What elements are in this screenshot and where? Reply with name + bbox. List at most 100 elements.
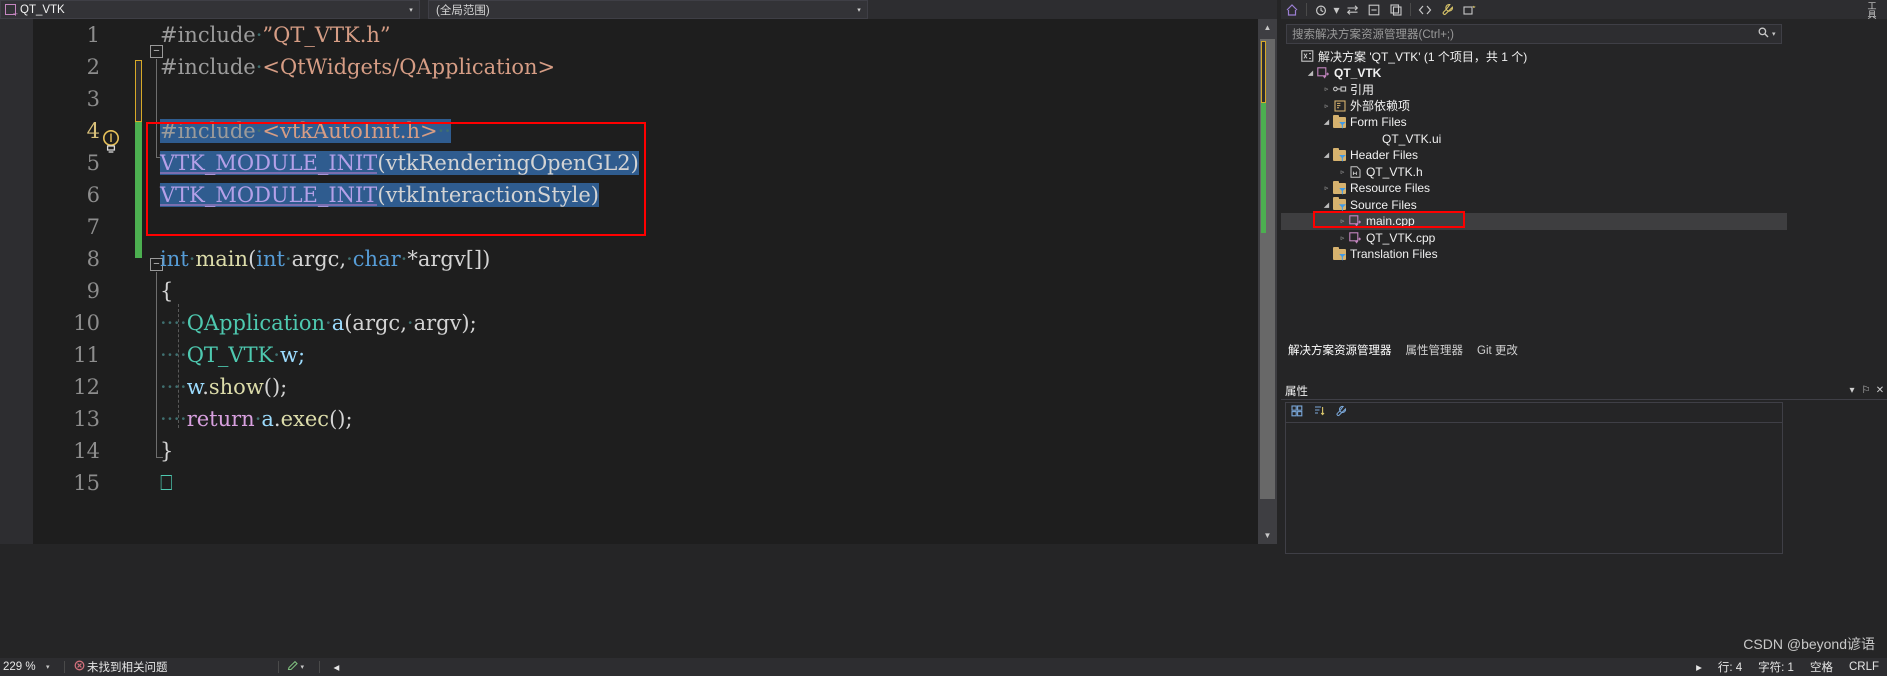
chevron-down-icon[interactable]: ▾ bbox=[1845, 385, 1859, 396]
tree-item--[interactable]: ▹引用 bbox=[1281, 81, 1787, 98]
properties-body bbox=[1285, 402, 1783, 554]
solution-explorer-tab-strip[interactable]: 解决方案资源管理器属性管理器Git 更改 bbox=[1281, 341, 1887, 359]
pin-icon[interactable]: ⚐ bbox=[1859, 385, 1873, 396]
chevron-down-icon[interactable]: ▾ bbox=[403, 6, 419, 14]
tree-item-resource-files[interactable]: ▹Resource Files bbox=[1281, 180, 1787, 197]
properties-wrench-icon[interactable] bbox=[1436, 0, 1458, 19]
code-token: ) bbox=[482, 247, 490, 271]
nav-back-icon[interactable]: ◂ bbox=[326, 660, 348, 674]
code-line[interactable]: 6VTK_MODULE_INIT(vtkInteractionStyle) bbox=[0, 179, 1277, 211]
toolbox-vertical-tab[interactable]: 工具 bbox=[1857, 0, 1887, 19]
solution-explorer-search[interactable]: 搜索解决方案资源管理器(Ctrl+;) ▾ bbox=[1286, 24, 1782, 44]
tree-item-qt-vtk[interactable]: ◢ QT_VTK bbox=[1281, 65, 1787, 82]
chevron-right-icon[interactable]: ▹ bbox=[1337, 234, 1348, 242]
sync-with-active-document-icon[interactable] bbox=[1341, 0, 1363, 19]
code-line[interactable]: 10····QApplication·a(argc,·argv); bbox=[0, 307, 1277, 339]
member-combo[interactable]: (全局范围) ▾ bbox=[428, 0, 868, 19]
zoom-level[interactable]: 229 % bbox=[0, 661, 46, 673]
chevron-right-icon[interactable]: ▹ bbox=[1321, 85, 1332, 93]
panel-tab[interactable]: Git 更改 bbox=[1470, 342, 1525, 358]
chevron-down-icon[interactable]: ▾ bbox=[301, 663, 313, 671]
chevron-down-icon[interactable]: ▾ bbox=[1332, 0, 1341, 19]
code-line[interactable]: 11····QT_VTK·w; bbox=[0, 339, 1277, 371]
close-icon[interactable]: ✕ bbox=[1873, 385, 1887, 396]
code-line[interactable]: 5VTK_MODULE_INIT(vtkRenderingOpenGL2) bbox=[0, 147, 1277, 179]
solution-explorer-panel: 搜索解决方案资源管理器(Ctrl+;) ▾ 解决方案 'QT_VTK' (1 个… bbox=[1281, 19, 1887, 359]
tree-item--[interactable]: ▹外部依赖项 bbox=[1281, 98, 1787, 115]
collapse-all-icon[interactable] bbox=[1363, 0, 1385, 19]
code-token: ···· bbox=[160, 343, 187, 367]
magnifier-icon[interactable] bbox=[1754, 27, 1772, 41]
tree-item-label: QT_VTK bbox=[1331, 66, 1381, 80]
scope-combo-value: QT_VTK bbox=[20, 4, 403, 16]
code-line[interactable]: 8int·main(int·argc,·char·*argv[]) bbox=[0, 243, 1277, 275]
chevron-down-icon[interactable]: ▾ bbox=[46, 663, 58, 671]
code-line[interactable]: 14} bbox=[0, 435, 1277, 467]
code-line[interactable]: 15⎕ bbox=[0, 467, 1277, 499]
panel-tab[interactable]: 解决方案资源管理器 bbox=[1281, 342, 1399, 358]
categorized-view-icon[interactable] bbox=[1286, 405, 1308, 420]
tree-item--qt-vtk-1-1-[interactable]: 解决方案 'QT_VTK' (1 个项目，共 1 个) bbox=[1281, 48, 1787, 65]
chevron-right-icon[interactable]: ▹ bbox=[1321, 184, 1332, 192]
chevron-right-icon[interactable]: ▹ bbox=[1337, 217, 1348, 225]
scroll-up-icon[interactable]: ▲ bbox=[1258, 19, 1277, 36]
scroll-down-icon[interactable]: ▼ bbox=[1258, 527, 1277, 544]
properties-header: 属性 ▾ ⚐ ✕ bbox=[1281, 382, 1887, 400]
properties-wrench-icon[interactable] bbox=[1330, 405, 1352, 420]
code-line[interactable]: 7 bbox=[0, 211, 1277, 243]
code-token: QApplication bbox=[187, 311, 325, 335]
pending-changes-icon[interactable] bbox=[1310, 0, 1332, 19]
tree-item-form-files[interactable]: ◢Form Files bbox=[1281, 114, 1787, 131]
properties-toolbar bbox=[1286, 403, 1782, 423]
code-token: { bbox=[160, 279, 173, 303]
code-line[interactable]: 9{ bbox=[0, 275, 1277, 307]
tree-item-label: Translation Files bbox=[1347, 247, 1438, 261]
view-code-icon[interactable] bbox=[1414, 0, 1436, 19]
preview-selected-items-icon[interactable] bbox=[1458, 0, 1480, 19]
tree-item-qt-vtk.cpp[interactable]: ▹QT_VTK.cpp bbox=[1281, 230, 1787, 247]
code-token: . bbox=[274, 407, 281, 431]
status-separator bbox=[319, 661, 320, 673]
editor-vertical-scrollbar[interactable]: ▲ ▼ bbox=[1258, 19, 1277, 544]
code-line[interactable]: 1#include·”QT_VTK.h” bbox=[0, 19, 1277, 51]
solution-tree[interactable]: 解决方案 'QT_VTK' (1 个项目，共 1 个) ◢ QT_VTK▹引用▹外部… bbox=[1281, 48, 1787, 263]
code-editor[interactable]: − − 1#include·”QT_VTK.h”2#include·<QtWid… bbox=[0, 19, 1277, 544]
tree-item-source-files[interactable]: ◢Source Files bbox=[1281, 197, 1787, 214]
tree-item-main.cpp[interactable]: ▹main.cpp bbox=[1281, 213, 1787, 230]
tree-item-qt-vtk.ui[interactable]: QT_VTK.ui bbox=[1281, 131, 1787, 148]
panel-tab[interactable]: 属性管理器 bbox=[1399, 342, 1471, 358]
chevron-down-icon[interactable]: ▾ bbox=[851, 6, 867, 14]
chevron-down-icon[interactable]: ◢ bbox=[1305, 69, 1316, 77]
code-line[interactable]: 13····return·a.exec(); bbox=[0, 403, 1277, 435]
code-line[interactable]: 3 bbox=[0, 83, 1277, 115]
alphabetical-sort-icon[interactable] bbox=[1308, 405, 1330, 420]
home-view-icon[interactable] bbox=[1281, 0, 1303, 19]
code-line[interactable]: 12····w.show(); bbox=[0, 371, 1277, 403]
show-all-files-icon[interactable] bbox=[1385, 0, 1407, 19]
member-combo-value: (全局范围) bbox=[429, 2, 851, 18]
pencil-icon[interactable] bbox=[285, 660, 301, 675]
toolbar-separator bbox=[1410, 3, 1411, 16]
tree-item-translation-files[interactable]: Translation Files bbox=[1281, 246, 1787, 263]
code-token: main bbox=[195, 247, 248, 271]
code-token: ···· bbox=[160, 311, 187, 335]
chevron-right-icon[interactable]: ▹ bbox=[1337, 168, 1348, 176]
references-icon bbox=[1332, 84, 1347, 94]
nav-forward-icon[interactable]: ▸ bbox=[1688, 660, 1710, 674]
code-token: (argc, bbox=[344, 311, 407, 335]
code-line[interactable]: 4#include·<vtkAutoInit.h>·· bbox=[0, 115, 1277, 147]
chevron-down-icon[interactable]: ◢ bbox=[1321, 151, 1332, 159]
chevron-right-icon[interactable]: ▹ bbox=[1321, 102, 1332, 110]
code-token: ) bbox=[591, 183, 599, 207]
chevron-down-icon[interactable]: ◢ bbox=[1321, 201, 1332, 209]
watermark-text: CSDN @beyond谚语 bbox=[1743, 634, 1875, 654]
code-line[interactable]: 2#include·<QtWidgets/QApplication> bbox=[0, 51, 1277, 83]
chevron-down-icon[interactable]: ▾ bbox=[1772, 30, 1781, 38]
tree-item-qt-vtk.h[interactable]: ▹QT_VTK.h bbox=[1281, 164, 1787, 181]
tree-item-header-files[interactable]: ◢Header Files bbox=[1281, 147, 1787, 164]
scope-combo[interactable]: QT_VTK ▾ bbox=[0, 0, 420, 19]
status-bar: 229 % ▾ 未找到相关问题 ▾ ◂ ▸ 行: 4 字符: 1 空格 CRLF bbox=[0, 658, 1887, 676]
chevron-down-icon[interactable]: ◢ bbox=[1321, 118, 1332, 126]
line-number: 4 bbox=[33, 115, 100, 147]
cpp-file-icon bbox=[1348, 215, 1363, 227]
